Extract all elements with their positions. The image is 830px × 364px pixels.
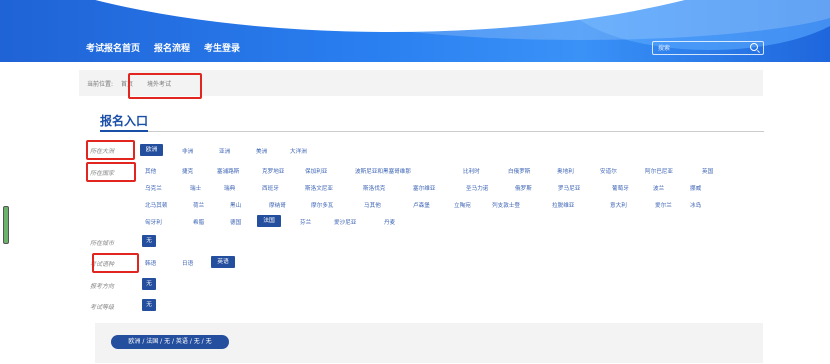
country-option[interactable]: 德国 [230,218,241,226]
country-option[interactable]: 爱尔兰 [655,201,672,209]
language-option[interactable]: 韩语 [145,259,156,267]
continent-option[interactable]: 大洋洲 [290,147,307,155]
country-option[interactable]: 波兰 [653,184,664,192]
country-option[interactable]: 挪威 [690,184,701,192]
search-icon[interactable] [750,43,758,51]
country-option[interactable]: 立陶宛 [454,201,471,209]
country-option[interactable]: 塞尔维亚 [413,184,435,192]
country-option[interactable]: 摩纳哥 [269,201,286,209]
country-option[interactable]: 乌克兰 [145,184,162,192]
country-option[interactable]: 卢森堡 [413,201,430,209]
country-option[interactable]: 黑山 [230,201,241,209]
country-option[interactable]: 白俄罗斯 [508,167,530,175]
country-option[interactable]: 捷克 [182,167,193,175]
country-option[interactable]: 克罗地亚 [262,167,284,175]
continent-option[interactable]: 美洲 [256,147,267,155]
highlight-box [86,162,136,182]
continent-option[interactable]: 非洲 [182,147,193,155]
direction-option-selected[interactable]: 无 [142,278,156,290]
nav-item-login[interactable]: 考生登录 [204,41,240,54]
language-option-selected[interactable]: 英语 [211,256,235,268]
country-option-selected[interactable]: 法国 [257,215,281,227]
page-title: 报名入口 [100,114,149,128]
country-option[interactable]: 俄罗斯 [515,184,532,192]
country-option[interactable]: 波斯尼亚和黑塞哥维那 [355,167,411,175]
search-input[interactable]: 搜索 [652,41,764,55]
country-option[interactable]: 斯洛伐克 [363,184,385,192]
country-option[interactable]: 拉脱维亚 [552,201,574,209]
country-option[interactable]: 阿尔巴尼亚 [645,167,673,175]
country-option[interactable]: 瑞士 [190,184,201,192]
country-option[interactable]: 塞浦路斯 [217,167,239,175]
highlight-box [128,73,202,99]
country-option[interactable]: 英国 [702,167,713,175]
highlight-box [92,253,139,273]
label-direction: 报考方向 [90,283,115,290]
country-option[interactable]: 意大利 [610,201,627,209]
breadcrumb-prefix: 当前位置: [87,81,114,88]
country-option[interactable]: 瑞典 [224,184,235,192]
side-scroll-handle[interactable] [3,206,9,244]
country-option[interactable]: 丹麦 [384,218,395,226]
country-option[interactable]: 摩尔多瓦 [311,201,333,209]
search-placeholder: 搜索 [658,45,671,52]
level-option-selected[interactable]: 无 [142,299,156,311]
country-option[interactable]: 西班牙 [262,184,279,192]
country-option[interactable]: 其他 [145,167,156,175]
title-underline [100,130,148,132]
country-option[interactable]: 冰岛 [690,201,701,209]
country-option[interactable]: 罗马尼亚 [558,184,580,192]
continent-option-selected[interactable]: 欧洲 [140,144,163,156]
country-option[interactable]: 葡萄牙 [612,184,629,192]
country-option[interactable]: 马其他 [364,201,381,209]
city-option-selected[interactable]: 无 [142,235,156,247]
title-divider [100,131,764,132]
country-option[interactable]: 圣马力诺 [466,184,488,192]
highlight-box [86,140,135,160]
label-level: 考试等级 [90,304,115,311]
main-nav: 考试报名首页 报名流程 考生登录 [86,41,240,54]
selection-summary: 欧洲 / 法国 / 无 / 英语 / 无 / 无 [111,335,229,349]
country-option[interactable]: 北马其顿 [145,201,167,209]
country-option[interactable]: 奥地利 [557,167,574,175]
country-option[interactable]: 斯洛文尼亚 [305,184,333,192]
country-option[interactable]: 安道尔 [600,167,617,175]
country-option[interactable]: 荷兰 [193,201,204,209]
country-option[interactable]: 爱沙尼亚 [334,218,356,226]
country-option[interactable]: 比利时 [463,167,480,175]
country-option[interactable]: 匈牙利 [145,218,162,226]
country-option[interactable]: 芬兰 [300,218,311,226]
label-city: 所在城市 [90,240,115,247]
nav-item-process[interactable]: 报名流程 [154,41,190,54]
country-option[interactable]: 保加利亚 [305,167,327,175]
country-option[interactable]: 希腊 [193,218,204,226]
language-option[interactable]: 日语 [182,259,193,267]
nav-item-home[interactable]: 考试报名首页 [86,41,140,54]
country-option[interactable]: 列支敦士登 [492,201,520,209]
continent-option[interactable]: 亚洲 [219,147,230,155]
